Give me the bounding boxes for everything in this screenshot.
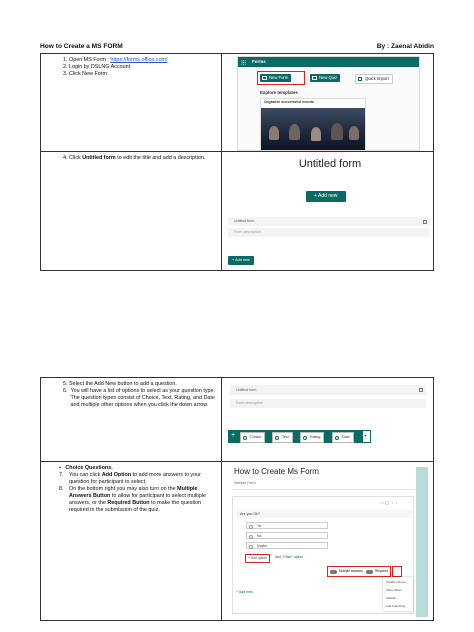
form-title-field-2[interactable]: Untitled form <box>230 385 426 395</box>
form-subtitle: Sample Form <box>234 481 256 485</box>
type-text-button[interactable]: Text <box>272 432 293 443</box>
forms-link[interactable]: https://forms.office.com/ <box>110 57 167 63</box>
add-new-button[interactable]: + Add new <box>306 191 346 202</box>
step-6: 6. You will have a list of options to se… <box>63 388 216 408</box>
ellipsis-icon: ⋯ <box>395 567 399 572</box>
more-types-button[interactable]: ▾ <box>362 430 371 443</box>
instructions-cell-2: 4. Click Untitled form to edit the title… <box>40 151 222 271</box>
screenshot-cell-3: Untitled form Form description + Choice … <box>221 377 434 462</box>
step-5: 5. Select the Add New button to add a qu… <box>63 381 177 387</box>
menu-shuffle-options[interactable]: Shuffle options <box>383 578 413 586</box>
explore-templates-heading: Explore templates <box>260 90 298 95</box>
form-title-field[interactable]: Untitled form <box>228 217 430 226</box>
untitled-form-screenshot: Untitled form + Add new Untitled form Fo… <box>228 152 432 269</box>
rating-icon <box>303 435 307 440</box>
new-quiz-button[interactable]: New Quiz <box>310 74 341 82</box>
steps-table-1: 1. Open MS Form : https://forms.office.c… <box>40 53 434 271</box>
image-icon-2[interactable] <box>419 388 423 392</box>
app-launcher-icon <box>241 60 246 65</box>
add-new-question-button[interactable]: + Add new <box>236 590 253 594</box>
add-question-plus-icon[interactable]: + <box>231 432 235 440</box>
menu-add-branching[interactable]: Add branching <box>383 602 413 610</box>
choice-questions-bullet: • Choice Questions. <box>59 465 113 471</box>
template-title: Organize successful events <box>264 100 315 104</box>
answer-toggles-highlight: Multiple answers Required <box>327 566 391 577</box>
template-card[interactable]: Organize successful events <box>260 98 366 150</box>
choice-question-screenshot: How to Create Ms Form Sample Form □▢↑↓ A… <box>228 463 432 619</box>
add-other-option-button[interactable]: Add "Other" option <box>275 555 303 559</box>
question-card: □▢↑↓ Are you Ok? Ya No Maybe + Add optio… <box>232 496 414 614</box>
form-title-display[interactable]: Untitled form <box>228 158 432 170</box>
step-2: 2. Login by DSLNG Account <box>63 64 131 70</box>
screenshot-cell-1: Forms New Form New Quiz Quick Import Exp… <box>221 53 434 152</box>
option-3[interactable]: Maybe <box>246 542 328 549</box>
date-icon <box>335 435 339 440</box>
more-options-button[interactable]: ⋯ <box>392 566 402 577</box>
import-icon <box>358 77 362 81</box>
required-label: Required <box>375 569 388 573</box>
screenshot-cell-4: How to Create Ms Form Sample Form □▢↑↓ A… <box>221 461 434 621</box>
add-new-small-button[interactable]: + Add new <box>228 256 254 265</box>
theme-strip <box>416 467 428 617</box>
screenshot-cell-2: Untitled form + Add new Untitled form Fo… <box>221 151 434 271</box>
image-icon[interactable] <box>423 219 427 224</box>
document-author: By : Zaenal Abidin <box>376 43 434 50</box>
choice-instructions: • Choice Questions. 7. You can click Add… <box>51 465 217 514</box>
new-form-highlight <box>257 71 305 85</box>
form-title-display-2[interactable]: How to Create Ms Form <box>234 467 319 476</box>
step-1: 1. Open MS Form : https://forms.office.c… <box>63 57 168 63</box>
instructions-cell-4: • Choice Questions. 7. You can click Add… <box>40 461 222 621</box>
form-description-field[interactable]: Form description <box>228 228 430 237</box>
text-icon <box>275 435 279 440</box>
question-type-bar: + Choice Text Rating Date <box>228 430 362 443</box>
option-2[interactable]: No <box>246 532 328 539</box>
menu-subtitle[interactable]: Subtitle <box>383 594 413 602</box>
type-date-button[interactable]: Date <box>332 432 354 443</box>
forms-app-bar: Forms <box>238 57 419 67</box>
option-1[interactable]: Ya <box>246 522 328 529</box>
document-title: How to Create a MS FORM <box>40 43 123 50</box>
type-rating-button[interactable]: Rating <box>300 432 325 443</box>
chevron-down-icon: ▾ <box>364 433 367 438</box>
new-quiz-icon <box>312 76 317 80</box>
multiple-answers-label: Multiple answers <box>339 569 363 573</box>
form-description-field-2[interactable]: Form description <box>230 399 426 408</box>
question-toolbar-icons[interactable]: □▢↑↓ <box>381 500 399 505</box>
step-7: 7. You can click Add Option to add more … <box>59 472 201 485</box>
forms-home-screenshot: Forms New Form New Quiz Quick Import Exp… <box>237 56 420 151</box>
instructions-cell-3: 5. Select the Add New button to add a qu… <box>40 377 222 462</box>
steps-table-2: 5. Select the Add New button to add a qu… <box>40 377 434 621</box>
more-options-menu: Shuffle options Show Sliver Subtitle Add… <box>383 577 413 611</box>
step-4: 4. Click Untitled form to edit the title… <box>63 155 206 161</box>
question-type-screenshot: Untitled form Form description + Choice … <box>228 379 432 459</box>
multiple-answers-toggle[interactable] <box>330 569 337 574</box>
instructions-cell-1: 1. Open MS Form : https://forms.office.c… <box>40 53 222 152</box>
quick-import-button[interactable]: Quick Import <box>355 74 393 84</box>
step-3: 3. Click New Form <box>63 71 108 77</box>
step-8: 8. On the bottom right you may also turn… <box>59 486 206 513</box>
menu-show-sliver[interactable]: Show Sliver <box>383 586 413 594</box>
required-toggle[interactable] <box>366 569 373 574</box>
template-image <box>261 108 365 150</box>
question-text-field[interactable]: Are you Ok? <box>236 510 412 518</box>
choice-icon <box>243 435 247 440</box>
type-choice-button[interactable]: Choice <box>240 432 266 443</box>
add-option-button[interactable]: + Add option <box>245 554 270 563</box>
